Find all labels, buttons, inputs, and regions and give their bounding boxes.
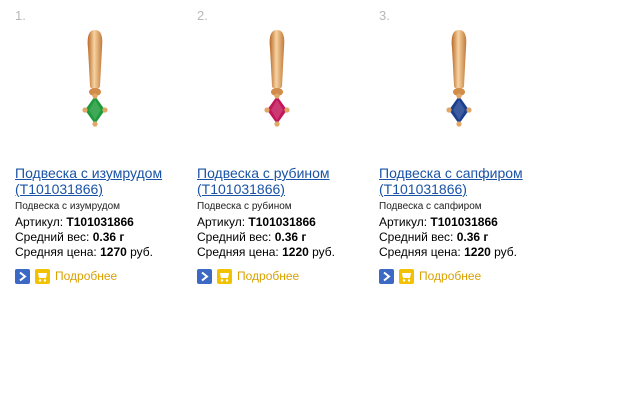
more-link[interactable]: Подробнее: [55, 269, 117, 283]
product-subtitle: Подвеска с рубином: [197, 201, 292, 212]
arrow-right-icon[interactable]: [379, 268, 394, 284]
product-actions: Подробнее: [379, 268, 481, 284]
product-number: 2.: [197, 8, 208, 23]
cart-icon[interactable]: [217, 268, 232, 284]
product-title-link[interactable]: Подвеска с сапфиром (T101031866): [379, 165, 555, 197]
price-row: Средняя цена: 1270 руб.: [15, 245, 154, 259]
more-link[interactable]: Подробнее: [419, 269, 481, 283]
weight-row: Средний вес: 0.36 г: [379, 230, 489, 244]
cart-icon[interactable]: [399, 268, 414, 284]
arrow-right-icon[interactable]: [197, 268, 212, 284]
product-grid: 1. Подвеска с изумрудом (T101031866) Под…: [0, 0, 623, 404]
product-title-link[interactable]: Подвеска с изумрудом (T101031866): [15, 165, 191, 197]
price-row: Средняя цена: 1220 руб.: [197, 245, 336, 259]
weight-row: Средний вес: 0.36 г: [15, 230, 125, 244]
product-subtitle: Подвеска с изумрудом: [15, 201, 121, 212]
product-number: 3.: [379, 8, 390, 23]
pendant-image[interactable]: [247, 26, 307, 142]
product-actions: Подробнее: [15, 268, 117, 284]
product-subtitle: Подвеска с сапфиром: [379, 201, 482, 212]
cart-icon[interactable]: [35, 268, 50, 284]
arrow-right-icon[interactable]: [15, 268, 30, 284]
more-link[interactable]: Подробнее: [237, 269, 299, 283]
article-row: Артикул: T101031866: [15, 215, 134, 229]
article-row: Артикул: T101031866: [379, 215, 498, 229]
pendant-image[interactable]: [65, 26, 125, 142]
product-actions: Подробнее: [197, 268, 299, 284]
price-row: Средняя цена: 1220 руб.: [379, 245, 518, 259]
weight-row: Средний вес: 0.36 г: [197, 230, 307, 244]
pendant-image[interactable]: [429, 26, 489, 142]
article-row: Артикул: T101031866: [197, 215, 316, 229]
product-number: 1.: [15, 8, 26, 23]
product-title-link[interactable]: Подвеска с рубином (T101031866): [197, 165, 373, 197]
